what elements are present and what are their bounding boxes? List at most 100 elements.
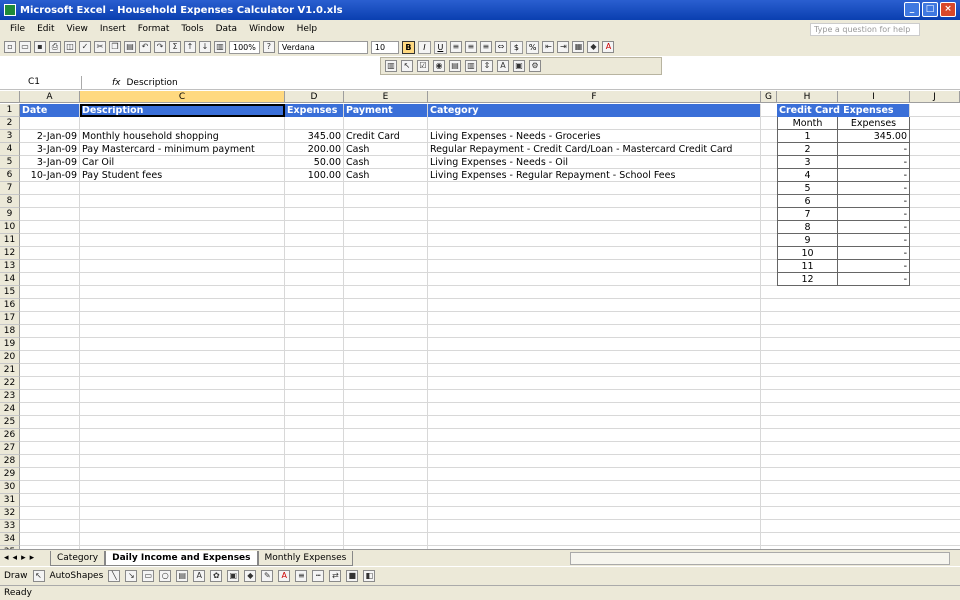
cell-description[interactable] <box>80 286 285 299</box>
spelling-icon[interactable]: ✓ <box>79 41 91 53</box>
cell-description[interactable] <box>80 182 285 195</box>
cell-expenses[interactable] <box>285 208 344 221</box>
row-header[interactable]: 30 <box>0 481 20 494</box>
cc-value-cell[interactable]: - <box>838 221 910 234</box>
cc-value-cell[interactable]: - <box>838 195 910 208</box>
cell-date[interactable] <box>20 312 80 325</box>
name-box[interactable]: C1 <box>0 76 82 89</box>
checkbox-icon[interactable]: ☑ <box>417 60 429 72</box>
cell-category[interactable] <box>428 468 761 481</box>
merge-center-icon[interactable]: ⇔ <box>494 41 507 53</box>
cc-value-cell[interactable]: - <box>838 273 910 286</box>
line-icon[interactable]: ╲ <box>108 570 121 582</box>
row-header[interactable]: 9 <box>0 208 20 221</box>
cell-description[interactable] <box>80 494 285 507</box>
row-header[interactable]: 32 <box>0 507 20 520</box>
draw-font-color-icon[interactable]: A <box>278 570 291 582</box>
cell-payment[interactable] <box>344 117 428 130</box>
save-icon[interactable]: ▪ <box>34 41 46 53</box>
clipart-icon[interactable]: ✿ <box>210 570 223 582</box>
menu-view[interactable]: View <box>61 24 94 34</box>
cell-date[interactable] <box>20 351 80 364</box>
cell-expenses[interactable] <box>285 351 344 364</box>
cell-expenses[interactable] <box>285 117 344 130</box>
cell-category[interactable] <box>428 312 761 325</box>
rectangle-icon[interactable]: ▭ <box>142 570 155 582</box>
cell-category[interactable] <box>428 494 761 507</box>
cell-payment[interactable]: Cash <box>344 156 428 169</box>
cc-value-cell[interactable]: - <box>838 247 910 260</box>
cell-date[interactable] <box>20 221 80 234</box>
row-header[interactable]: 1 <box>0 104 20 117</box>
label-icon[interactable]: A <box>497 60 509 72</box>
new-icon[interactable]: ▫ <box>4 41 16 53</box>
cell-date[interactable] <box>20 182 80 195</box>
properties-icon[interactable]: ⚙ <box>529 60 541 72</box>
formula-input[interactable]: Description <box>127 78 178 88</box>
first-sheet-icon[interactable]: ◂ <box>4 553 9 563</box>
spreadsheet-grid[interactable]: A C D E F G H I J 1 Date Description Expens… <box>0 91 960 549</box>
cell-description[interactable] <box>80 390 285 403</box>
cell-category[interactable] <box>428 208 761 221</box>
cell-expenses[interactable] <box>285 390 344 403</box>
cell-expenses[interactable]: 200.00 <box>285 143 344 156</box>
cell-date[interactable] <box>20 390 80 403</box>
cell-date[interactable] <box>20 364 80 377</box>
cell-payment[interactable] <box>344 247 428 260</box>
tab-monthly-expenses[interactable]: Monthly Expenses <box>257 550 354 566</box>
cell-expenses[interactable] <box>285 520 344 533</box>
cell-description[interactable] <box>80 468 285 481</box>
cell-expenses[interactable] <box>285 273 344 286</box>
cell-payment[interactable] <box>344 390 428 403</box>
image-icon[interactable]: ▣ <box>513 60 525 72</box>
menu-data[interactable]: Data <box>210 24 244 34</box>
line-style-icon[interactable]: ≡ <box>295 570 308 582</box>
cell-payment[interactable] <box>344 286 428 299</box>
cc-month-cell[interactable]: 6 <box>777 195 838 208</box>
cell-category[interactable] <box>428 533 761 546</box>
cell-payment[interactable] <box>344 403 428 416</box>
row-header[interactable]: 27 <box>0 442 20 455</box>
sort-ascending-icon[interactable]: ↑ <box>184 41 196 53</box>
cell-category[interactable]: Living Expenses - Needs - Oil <box>428 156 761 169</box>
row-header[interactable]: 13 <box>0 260 20 273</box>
cell-expenses[interactable]: 345.00 <box>285 130 344 143</box>
last-sheet-icon[interactable]: ▸ <box>30 553 35 563</box>
cell-description[interactable] <box>80 247 285 260</box>
menu-format[interactable]: Format <box>132 24 176 34</box>
percent-button[interactable]: % <box>525 40 540 54</box>
row-header[interactable]: 21 <box>0 364 20 377</box>
row-header[interactable]: 22 <box>0 377 20 390</box>
cell-payment[interactable] <box>344 377 428 390</box>
scroll-icon[interactable]: ▥ <box>465 60 477 72</box>
cc-value-cell[interactable]: - <box>838 234 910 247</box>
cell-description[interactable] <box>80 481 285 494</box>
cell-date[interactable] <box>20 520 80 533</box>
cell-date[interactable] <box>20 260 80 273</box>
cell-expenses[interactable] <box>285 533 344 546</box>
cut-icon[interactable]: ✂ <box>94 41 106 53</box>
cell-description[interactable]: Car Oil <box>80 156 285 169</box>
currency-button[interactable]: $ <box>509 40 523 54</box>
cell-category[interactable] <box>428 182 761 195</box>
cell-date[interactable]: Date <box>20 104 80 117</box>
row-header[interactable]: 11 <box>0 234 20 247</box>
cc-month-cell[interactable]: 5 <box>777 182 838 195</box>
open-icon[interactable]: ▭ <box>19 41 31 53</box>
column-header-e[interactable]: E <box>344 91 428 103</box>
column-header-h[interactable]: H <box>777 91 838 103</box>
cell-description[interactable] <box>80 455 285 468</box>
cell-date[interactable] <box>20 208 80 221</box>
cc-value-cell[interactable]: 345.00 <box>838 130 910 143</box>
align-center-icon[interactable]: ≡ <box>464 41 477 53</box>
cell-date[interactable] <box>20 468 80 481</box>
cc-month-cell[interactable]: 9 <box>777 234 838 247</box>
cell-date[interactable] <box>20 481 80 494</box>
cell-payment[interactable] <box>344 455 428 468</box>
cell-expenses[interactable] <box>285 182 344 195</box>
cell-description[interactable] <box>80 208 285 221</box>
cc-value-cell[interactable]: - <box>838 156 910 169</box>
cell-description[interactable] <box>80 377 285 390</box>
cell-date[interactable] <box>20 325 80 338</box>
cell-expenses[interactable] <box>285 247 344 260</box>
